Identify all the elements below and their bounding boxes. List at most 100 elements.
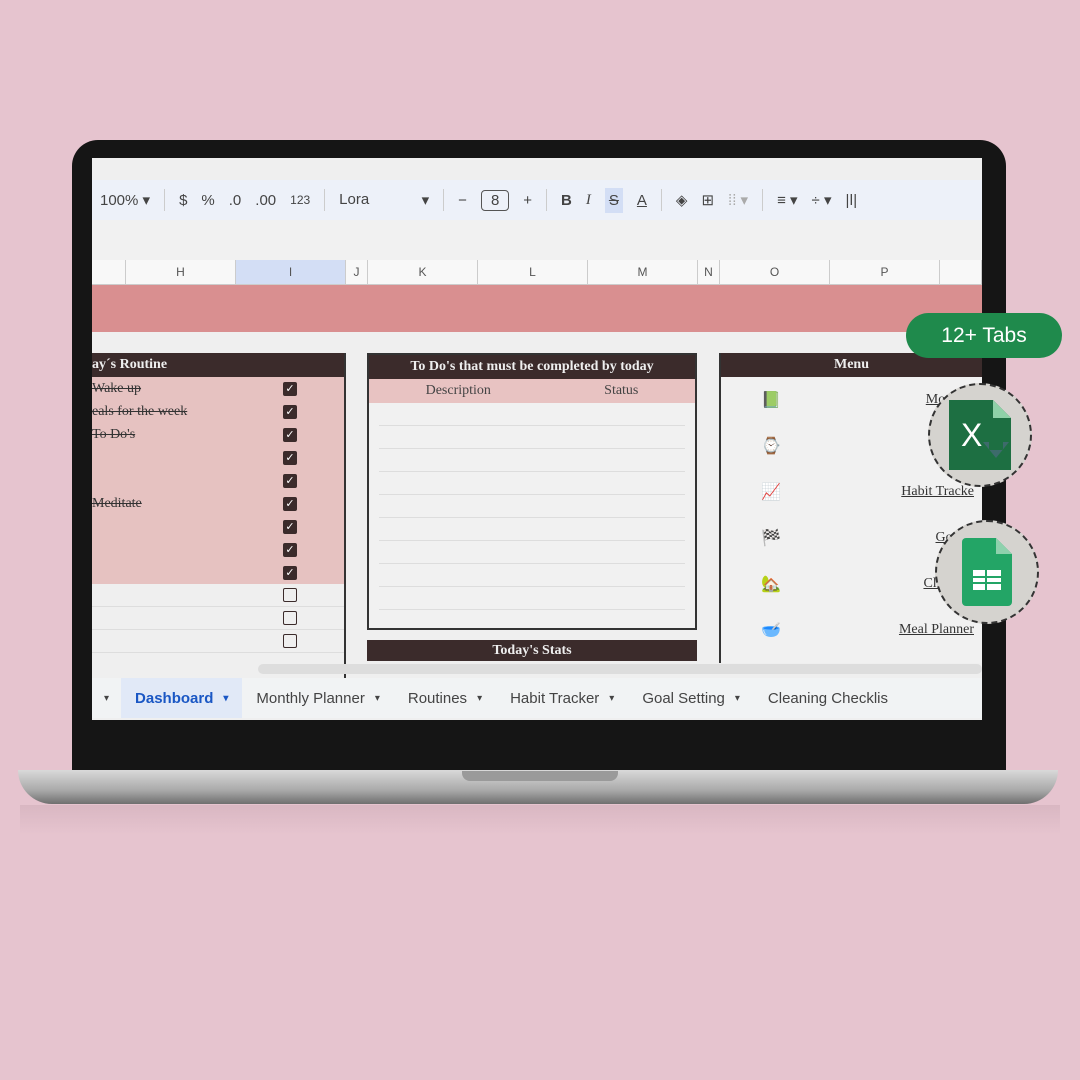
align-vertical-icon[interactable]: ÷ ▾: [812, 191, 832, 209]
routine-row: ✓: [92, 538, 344, 561]
formula-bar: [92, 220, 982, 260]
chevron-down-icon[interactable]: ▾: [735, 693, 740, 704]
sheet-tab-label: Monthly Planner: [256, 689, 365, 707]
zoom-select[interactable]: 100% ▾: [100, 191, 150, 209]
spreadsheet-screen: 100% ▾ $ % .0 .00 123 Lora ▾ − 8 + B I S …: [92, 158, 982, 720]
checkered-flag-icon: 🏁: [761, 530, 781, 547]
strikethrough-button[interactable]: S: [604, 187, 623, 213]
routine-row: eals for the week ✓: [92, 400, 344, 423]
chevron-down-icon[interactable]: ▾: [477, 693, 482, 704]
watch-icon: ⌚: [761, 438, 781, 455]
menu-link[interactable]: Meal Planner: [899, 622, 974, 638]
routine-row: [92, 584, 344, 607]
sheet-tab[interactable]: Monthly Planner ▾: [242, 678, 393, 718]
column-header[interactable]: K: [368, 260, 478, 284]
borders-icon[interactable]: ⊞: [701, 191, 714, 209]
routine-checkbox[interactable]: ✓: [283, 542, 297, 557]
routine-checkbox[interactable]: ✓: [283, 404, 297, 419]
routine-row: Meditate ✓: [92, 492, 344, 515]
routine-checkbox[interactable]: ✓: [283, 496, 297, 511]
routine-checkbox[interactable]: [283, 611, 297, 625]
column-header[interactable]: L: [478, 260, 588, 284]
tabs-menu-caret[interactable]: ▾: [92, 693, 121, 704]
horizontal-scrollbar[interactable]: [258, 664, 982, 674]
routine-title: ay´s Routine: [92, 353, 344, 377]
routine-label: Wake up: [92, 380, 142, 396]
routine-row: Wake up ✓: [92, 377, 344, 400]
bowl-icon: 🥣: [761, 622, 781, 639]
zoom-value: 100%: [100, 192, 139, 209]
currency-button[interactable]: $: [179, 192, 187, 209]
column-header[interactable]: M: [588, 260, 698, 284]
header-band: [92, 285, 982, 332]
routine-checkbox[interactable]: ✓: [283, 565, 297, 580]
menu-link[interactable]: Habit Tracke: [901, 484, 974, 500]
font-select[interactable]: Lora ▾: [339, 191, 429, 209]
align-horizontal-icon[interactable]: ≡ ▾: [777, 191, 797, 209]
routine-label: eals for the week: [92, 403, 188, 419]
house-icon: 🏡: [761, 576, 781, 593]
book-icon: 📗: [761, 392, 781, 409]
increase-decimal-button[interactable]: .00: [255, 192, 276, 209]
column-header[interactable]: J: [346, 260, 368, 284]
text-color-button[interactable]: A: [637, 192, 647, 209]
status-header: Status: [604, 383, 639, 398]
decrease-decimal-button[interactable]: .0: [229, 192, 242, 209]
chart-icon: 📈: [761, 484, 781, 501]
font-size-input[interactable]: 8: [480, 189, 510, 211]
column-header[interactable]: [92, 260, 126, 284]
routine-row: ✓: [92, 515, 344, 538]
routine-row: ✓: [92, 469, 344, 492]
routine-checkbox[interactable]: ✓: [283, 519, 297, 534]
sheet-tab[interactable]: Goal Setting ▾: [628, 678, 754, 718]
stats-title: Today's Stats: [492, 642, 572, 658]
routine-checkbox[interactable]: [283, 588, 297, 602]
chevron-down-icon[interactable]: ▾: [609, 693, 614, 704]
column-header[interactable]: [940, 260, 982, 284]
menu-item: 📈 Habit Tracke: [721, 469, 982, 515]
tabs-count-badge: 12+ Tabs: [906, 313, 1062, 358]
laptop-shadow: [20, 805, 1060, 835]
routine-row: To Do's ✓: [92, 423, 344, 446]
routine-checkbox[interactable]: ✓: [283, 450, 297, 465]
menu-item: 🥣 Meal Planner: [721, 607, 982, 653]
column-header[interactable]: I: [236, 260, 346, 284]
column-header[interactable]: H: [126, 260, 236, 284]
todo-title: To Do's that must be completed by today: [369, 355, 695, 379]
bold-button[interactable]: B: [561, 192, 572, 209]
sheet-tab-label: Routines: [407, 689, 468, 707]
merge-cells-icon[interactable]: ⁞⁞ ▾: [728, 191, 748, 209]
percent-button[interactable]: %: [201, 192, 214, 209]
column-header[interactable]: O: [720, 260, 830, 284]
svg-text:X: X: [961, 417, 982, 453]
number-format-button[interactable]: 123: [290, 193, 310, 207]
sheet-tab-label: Goal Setting: [642, 689, 725, 707]
routine-checkbox[interactable]: ✓: [283, 381, 297, 396]
text-wrap-icon[interactable]: |ǀ|: [845, 192, 857, 209]
routine-label: Meditate: [92, 495, 142, 511]
font-size-decrease[interactable]: −: [458, 192, 467, 209]
chevron-down-icon[interactable]: ▾: [375, 693, 380, 704]
routine-checkbox[interactable]: ✓: [283, 427, 297, 442]
routine-row: [92, 630, 344, 653]
italic-button[interactable]: I: [586, 192, 591, 209]
routine-row: ✓: [92, 561, 344, 584]
sheet-tab[interactable]: Dashboard ▾: [121, 678, 243, 718]
laptop-notch: [462, 771, 618, 781]
excel-icon: X: [949, 400, 1011, 470]
column-header[interactable]: P: [830, 260, 940, 284]
sheet-tab[interactable]: Habit Tracker ▾: [496, 678, 628, 718]
sheet-tab-label: Habit Tracker: [510, 689, 600, 707]
todo-panel: To Do's that must be completed by today …: [367, 353, 697, 630]
google-sheets-icon: [962, 538, 1012, 606]
routine-checkbox[interactable]: [283, 634, 297, 648]
sheet-tab[interactable]: Cleaning Checklis: [754, 678, 902, 718]
sheet-tab[interactable]: Routines ▾: [394, 678, 496, 718]
font-size-increase[interactable]: +: [523, 192, 532, 209]
column-header[interactable]: N: [698, 260, 720, 284]
fill-color-icon[interactable]: ◈: [676, 191, 688, 209]
routine-checkbox[interactable]: ✓: [283, 473, 297, 488]
column-headers: HIJKLMNOP: [92, 260, 982, 285]
google-sheets-seal: [935, 520, 1039, 624]
chevron-down-icon[interactable]: ▾: [223, 693, 228, 704]
